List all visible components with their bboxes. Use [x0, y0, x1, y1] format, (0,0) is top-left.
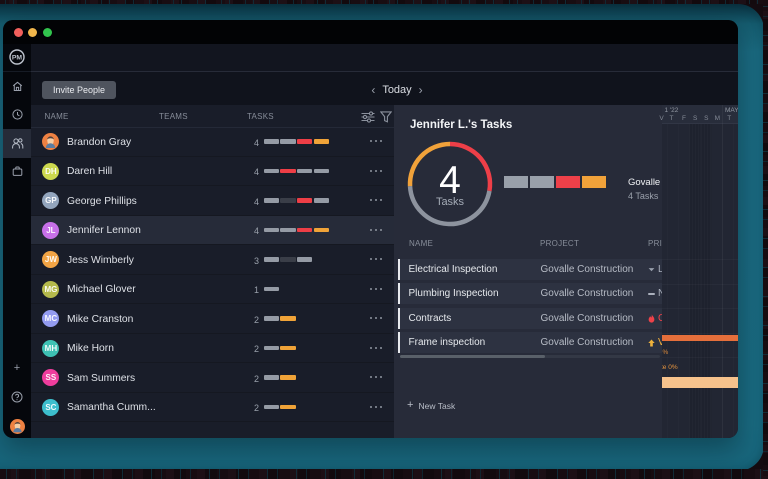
svg-text:PM: PM	[12, 55, 23, 62]
